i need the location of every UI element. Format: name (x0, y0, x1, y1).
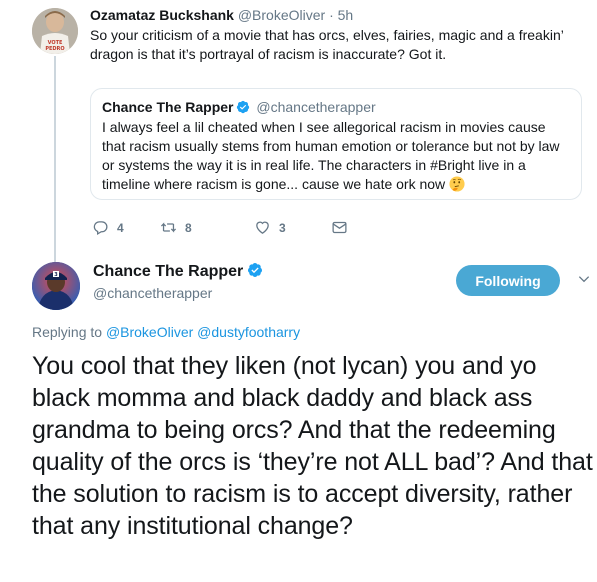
like-action[interactable]: 3 (254, 219, 286, 236)
thinking-face-icon (449, 176, 465, 192)
reply-action[interactable]: 4 (92, 219, 124, 236)
author-name[interactable]: Ozamataz Buckshank (90, 7, 234, 23)
svg-text:PEDRO: PEDRO (45, 46, 64, 52)
author-name[interactable]: Chance The Rapper (93, 262, 265, 282)
following-button[interactable]: Following (456, 265, 560, 296)
main-author-name[interactable]: Chance The Rapper (93, 263, 243, 280)
like-count: 3 (279, 220, 286, 235)
retweet-icon (160, 222, 177, 233)
author-handle[interactable]: @chancetherapper (93, 285, 212, 301)
avatar-image: 3 (32, 262, 80, 310)
mention-link[interactable]: @BrokeOliver (106, 324, 193, 340)
replying-to: Replying to @BrokeOliver @dustyfootharry (32, 324, 300, 340)
quoted-tweet[interactable]: Chance The Rapper @chancetherapper I alw… (90, 88, 582, 200)
quoted-text-content: I always feel a lil cheated when I see a… (102, 119, 560, 192)
mention-link[interactable]: @dustyfootharry (197, 324, 300, 340)
verified-badge-icon (237, 100, 250, 114)
replying-prefix: Replying to (32, 324, 103, 340)
quoted-author-handle: @chancetherapper (256, 99, 376, 115)
tweet-text: So your criticism of a movie that has or… (90, 27, 564, 62)
envelope-icon (332, 221, 347, 234)
tweet-actions: 4 8 3 (92, 219, 352, 237)
tweet-body: Ozamataz Buckshank @BrokeOliver · 5h So … (90, 6, 580, 64)
tweet-header: Ozamataz Buckshank @BrokeOliver · 5h (90, 6, 580, 24)
separator-dot: · (329, 7, 334, 23)
quoted-tweet-text: I always feel a lil cheated when I see a… (102, 118, 570, 194)
chevron-down-icon[interactable] (577, 272, 591, 286)
retweet-count: 8 (185, 220, 192, 235)
verified-badge-icon (248, 263, 263, 277)
svg-text:3: 3 (54, 272, 58, 278)
direct-message-action[interactable] (331, 219, 348, 236)
heart-icon (256, 221, 269, 234)
author-handle[interactable]: @BrokeOliver (238, 7, 325, 23)
reply-count: 4 (117, 220, 124, 235)
avatar[interactable]: VOTE PEDRO (32, 8, 78, 54)
quoted-tweet-header: Chance The Rapper @chancetherapper (102, 98, 570, 116)
avatar[interactable]: 3 (32, 262, 80, 310)
tweet-text: You cool that they liken (not lycan) you… (32, 352, 593, 540)
quoted-author-name: Chance The Rapper (102, 99, 234, 115)
thread-connector-line (54, 56, 56, 262)
retweet-action[interactable]: 8 (160, 219, 192, 236)
tweet-time[interactable]: 5h (338, 7, 354, 23)
reply-icon (93, 221, 108, 236)
avatar-image: VOTE PEDRO (32, 8, 78, 54)
